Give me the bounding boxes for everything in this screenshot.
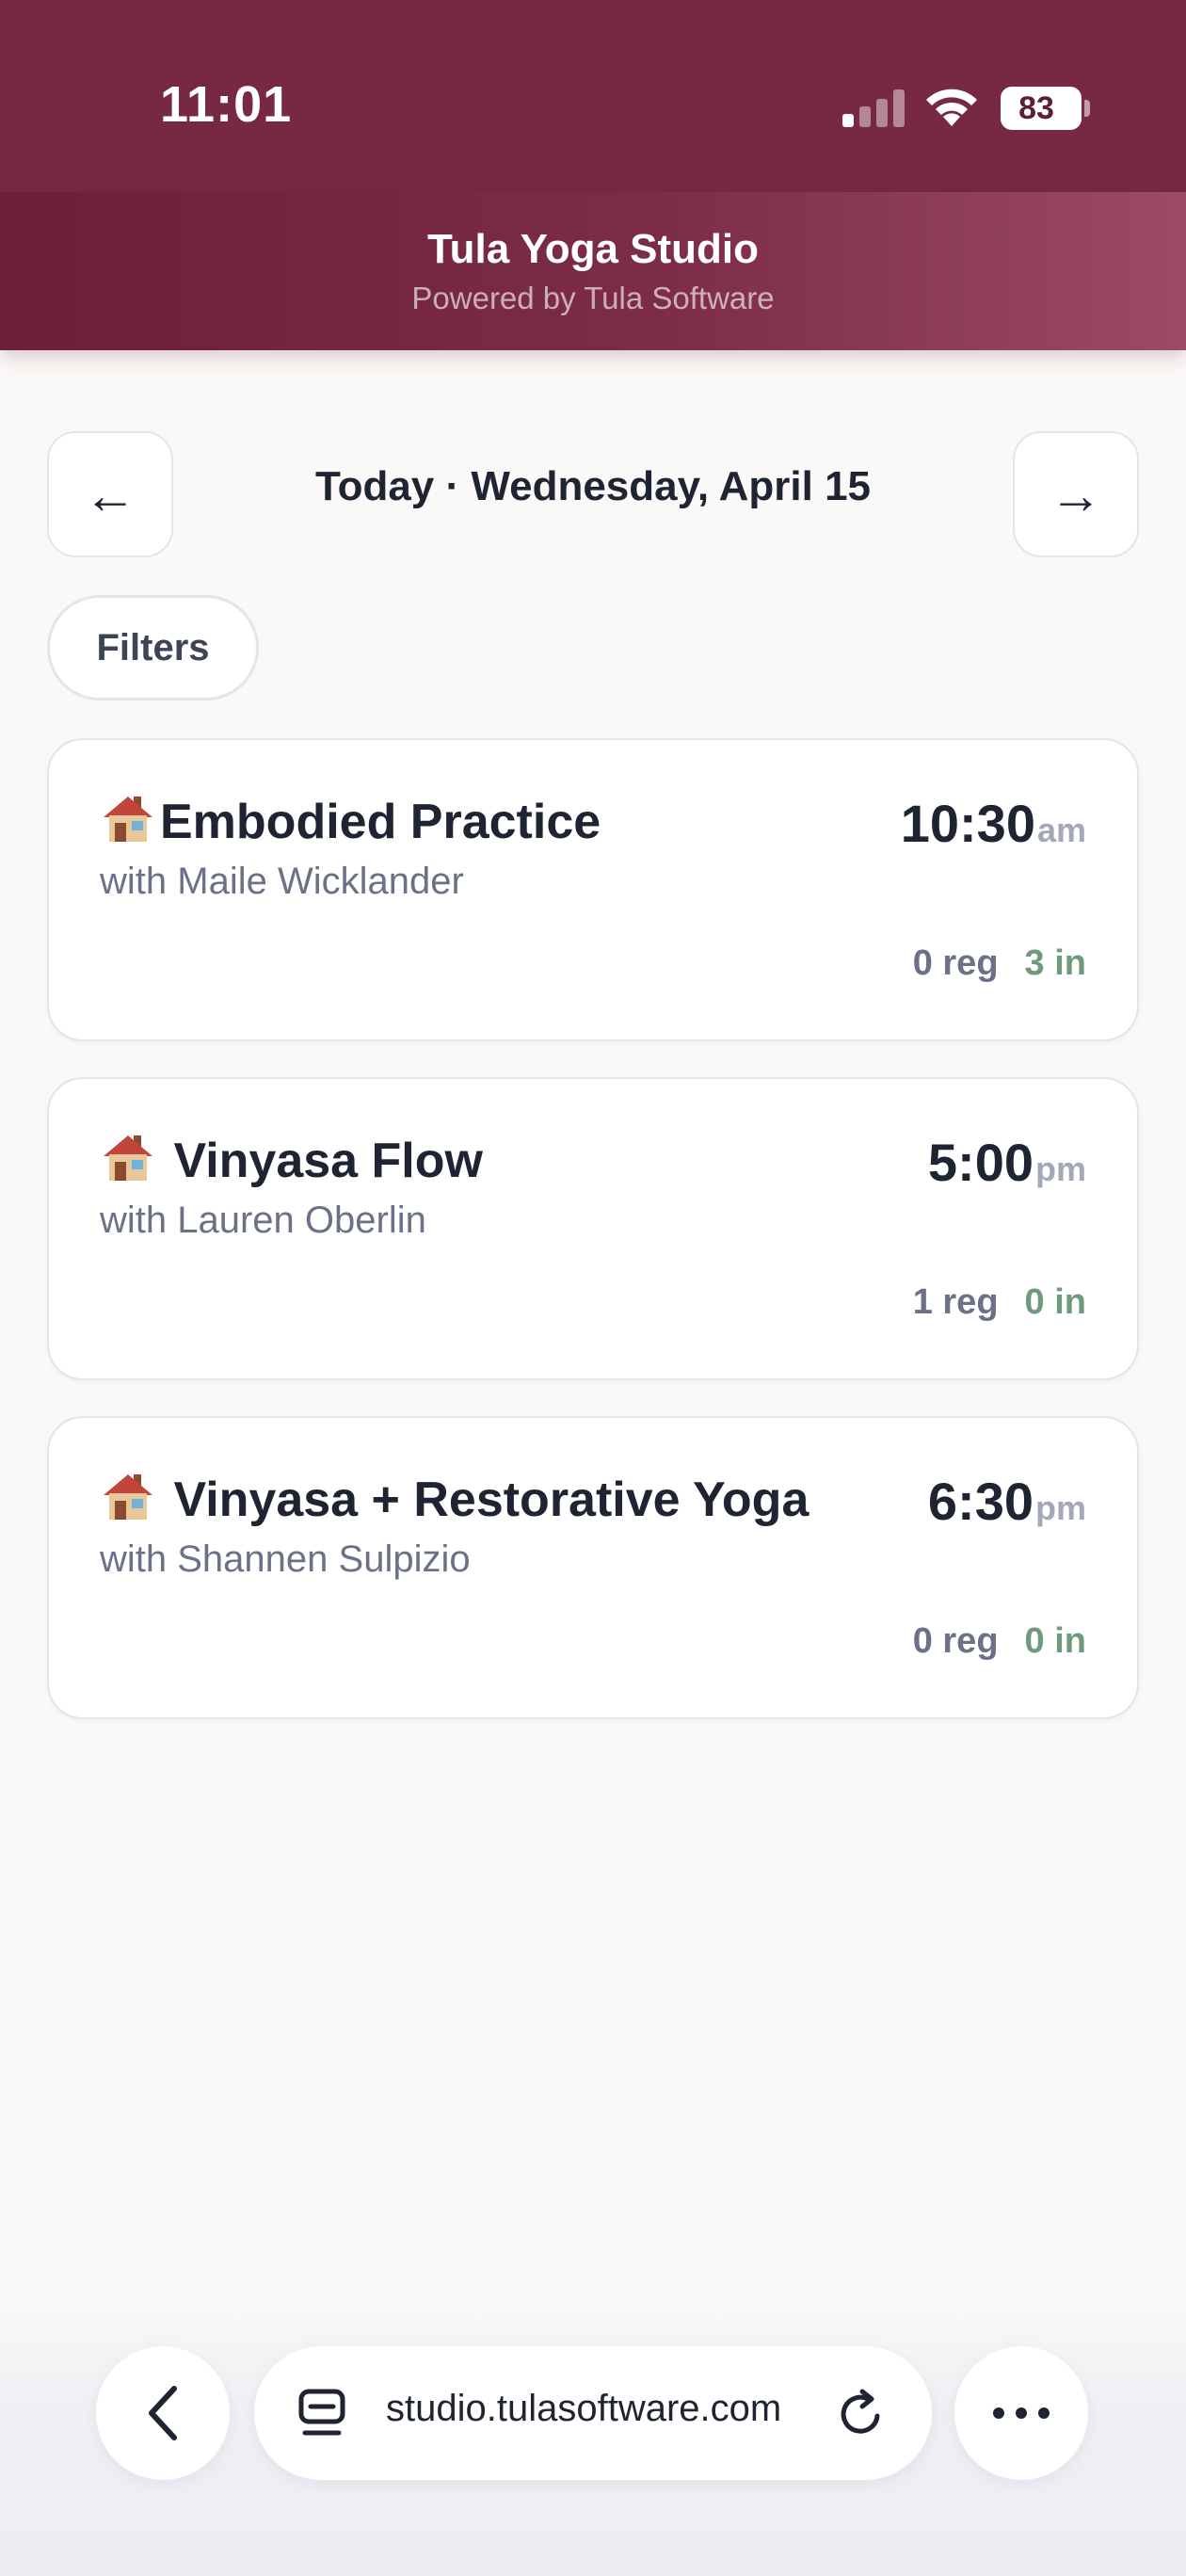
class-time-value: 5:00 bbox=[927, 1133, 1034, 1192]
class-time-period: am bbox=[1036, 811, 1086, 849]
house-icon bbox=[104, 1474, 152, 1520]
address-bar[interactable]: studio.tulasoftware.com bbox=[254, 2346, 932, 2480]
class-name: Embodied Practice bbox=[160, 795, 601, 849]
battery-icon: 83 bbox=[1001, 87, 1090, 130]
class-counts: 0 reg 0 in bbox=[913, 1621, 1086, 1662]
app-header: Tula Yoga Studio Powered by Tula Softwar… bbox=[0, 192, 1186, 350]
class-time: 6:30pm bbox=[928, 1471, 1086, 1532]
house-icon bbox=[104, 797, 152, 842]
class-time: 5:00pm bbox=[928, 1132, 1086, 1193]
class-time-value: 10:30 bbox=[900, 794, 1035, 853]
registered-count: 1 reg bbox=[912, 1282, 999, 1322]
status-bar: 11:01 83 bbox=[0, 0, 1186, 192]
class-instructor: with Lauren Oberlin bbox=[100, 1199, 426, 1241]
class-time: 10:30am bbox=[901, 793, 1086, 854]
date-label: Today · Wednesday, April 15 bbox=[314, 463, 872, 509]
registered-count: 0 reg bbox=[912, 943, 999, 983]
page-subtitle: Powered by Tula Software bbox=[411, 281, 775, 315]
class-title: Vinyasa + Restorative Yoga bbox=[100, 1467, 809, 1528]
class-card[interactable]: Vinyasa + Restorative Yoga with Shannen … bbox=[47, 1416, 1139, 1719]
class-title: Embodied Practice bbox=[100, 789, 601, 850]
checked-in-count: 0 in bbox=[1024, 1621, 1086, 1661]
status-time: 11:01 bbox=[160, 76, 293, 133]
previous-day-button[interactable]: ← bbox=[47, 431, 173, 557]
page-title: Tula Yoga Studio bbox=[427, 226, 759, 272]
class-time-period: pm bbox=[1035, 1489, 1086, 1527]
browser-back-button[interactable] bbox=[96, 2346, 230, 2480]
back-chevron-icon bbox=[149, 2386, 177, 2440]
class-counts: 0 reg 3 in bbox=[913, 943, 1086, 984]
class-time-period: pm bbox=[1035, 1150, 1086, 1188]
class-instructor: with Shannen Sulpizio bbox=[100, 1538, 471, 1580]
checked-in-count: 0 in bbox=[1024, 1282, 1086, 1322]
class-card[interactable]: Vinyasa Flow with Lauren Oberlin 5:00pm … bbox=[47, 1077, 1139, 1380]
class-counts: 1 reg 0 in bbox=[913, 1282, 1086, 1323]
url-text[interactable]: studio.tulasoftware.com bbox=[386, 2388, 800, 2430]
class-name: Vinyasa Flow bbox=[173, 1134, 483, 1188]
class-name: Vinyasa + Restorative Yoga bbox=[173, 1473, 809, 1527]
class-card[interactable]: Embodied Practice with Maile Wicklander … bbox=[47, 738, 1139, 1041]
filters-button[interactable]: Filters bbox=[47, 595, 259, 700]
class-instructor: with Maile Wicklander bbox=[100, 861, 464, 902]
more-button[interactable] bbox=[954, 2346, 1088, 2480]
class-title: Vinyasa Flow bbox=[100, 1128, 483, 1189]
reload-icon[interactable] bbox=[836, 2388, 887, 2439]
tabs-icon bbox=[298, 2389, 345, 2436]
battery-level: 83 bbox=[1018, 90, 1054, 126]
class-time-value: 6:30 bbox=[927, 1472, 1034, 1531]
signal-icon bbox=[842, 89, 905, 127]
wifi-icon bbox=[926, 89, 977, 126]
registered-count: 0 reg bbox=[912, 1621, 999, 1661]
house-icon bbox=[104, 1135, 152, 1181]
checked-in-count: 3 in bbox=[1024, 943, 1086, 983]
more-icon bbox=[993, 2407, 1050, 2419]
next-day-button[interactable]: → bbox=[1013, 431, 1139, 557]
